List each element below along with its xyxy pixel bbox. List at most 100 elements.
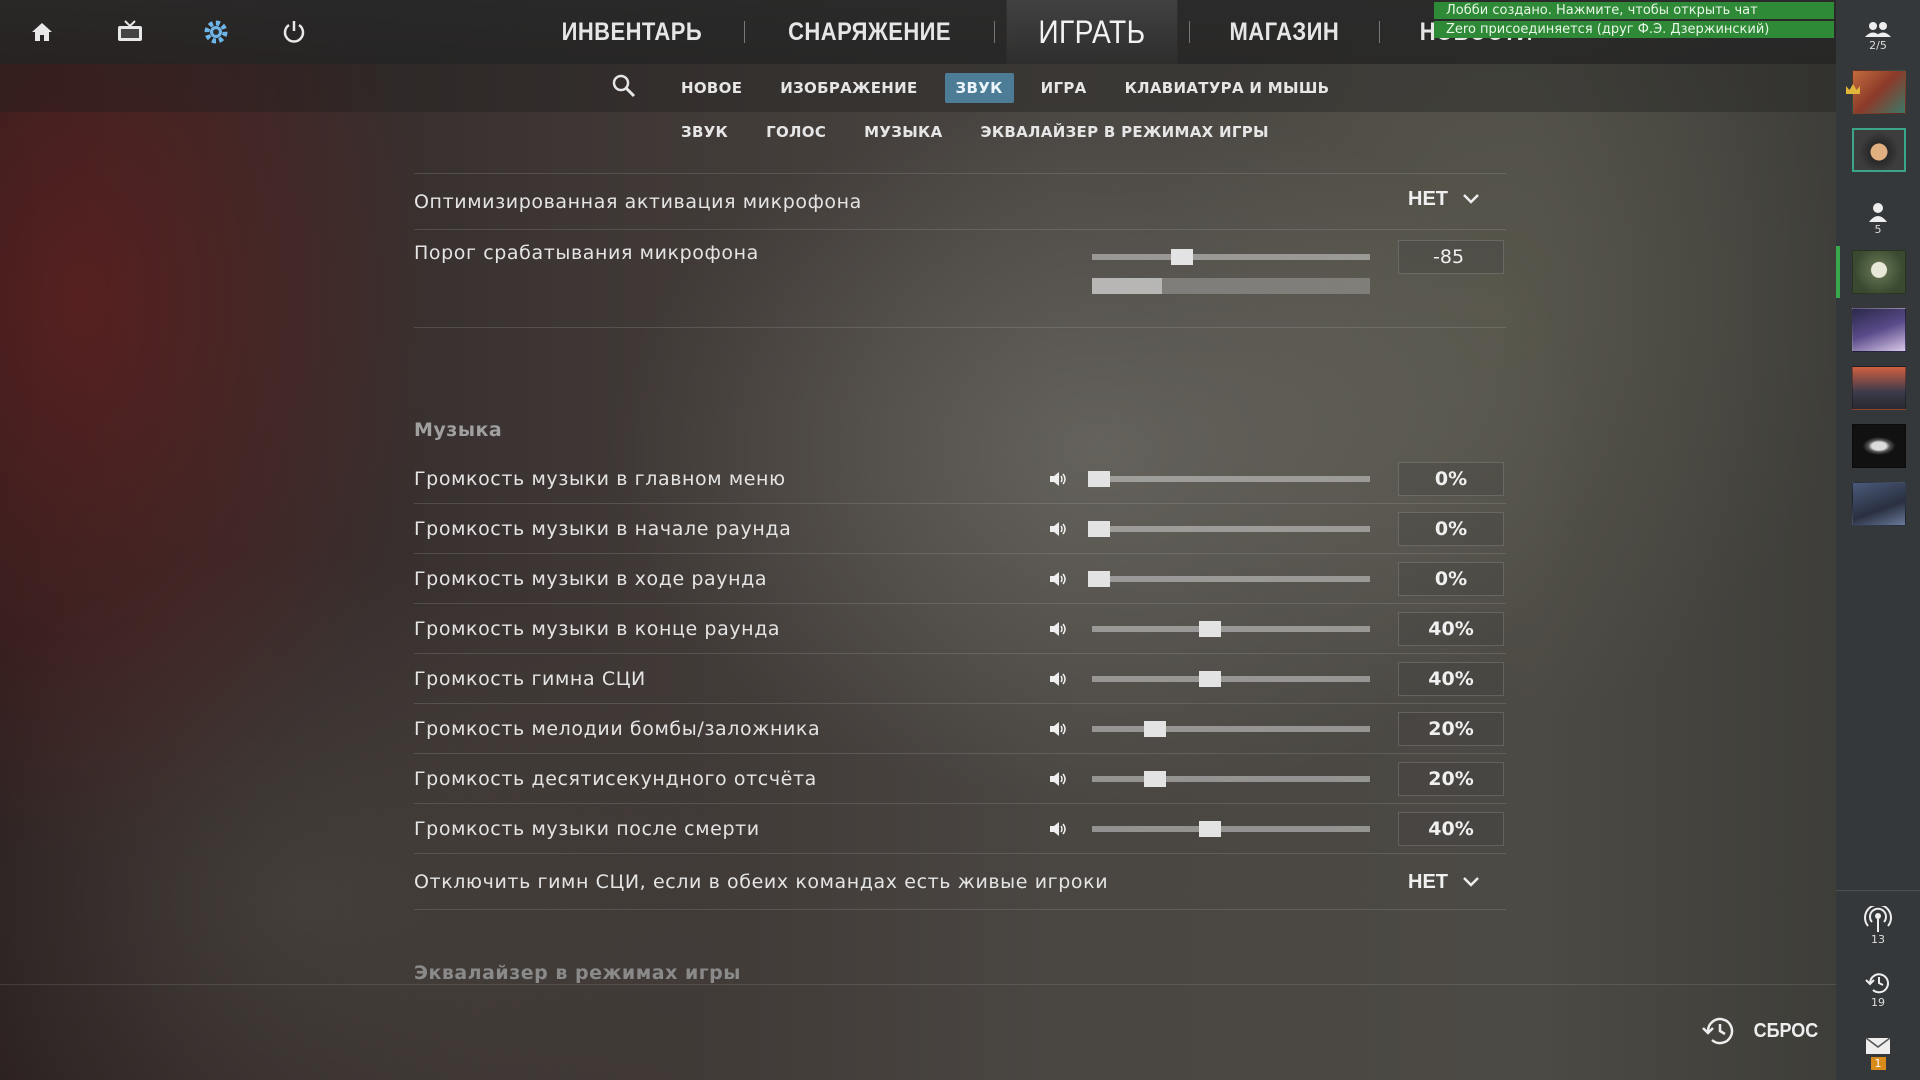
mic-threshold-value[interactable]: -85 bbox=[1398, 240, 1504, 274]
history-count: 19 bbox=[1871, 996, 1885, 1009]
slider-thumb[interactable] bbox=[1088, 471, 1110, 487]
music-volume-value[interactable]: 20% bbox=[1398, 762, 1504, 796]
mail-count: 1 bbox=[1870, 1056, 1886, 1070]
music-volume-value[interactable]: 0% bbox=[1398, 512, 1504, 546]
tab-audio[interactable]: ЗВУК bbox=[944, 73, 1014, 103]
broadcast-button[interactable]: 13 bbox=[1836, 902, 1920, 950]
speaker-icon[interactable] bbox=[1048, 769, 1068, 789]
subtab-sound[interactable]: ЗВУК bbox=[662, 123, 747, 141]
music-volume-value[interactable]: 0% bbox=[1398, 462, 1504, 496]
nav-inventory[interactable]: ИНВЕНТАРЬ bbox=[533, 18, 730, 47]
friend-avatar[interactable] bbox=[1852, 366, 1906, 410]
subtab-equalizer[interactable]: ЭКВАЛАЙЗЕР В РЕЖИМАХ ИГРЫ bbox=[962, 123, 1288, 141]
nav-divider bbox=[1378, 21, 1380, 43]
party-button[interactable]: 2/5 bbox=[1836, 14, 1920, 58]
history-icon bbox=[1702, 1017, 1734, 1045]
music-volume-value[interactable]: 40% bbox=[1398, 662, 1504, 696]
tab-game[interactable]: ИГРА bbox=[1030, 73, 1098, 103]
setting-label: Отключить гимн СЦИ, если в обеих команда… bbox=[414, 870, 1109, 893]
notification-friend-joined[interactable]: Zero присоединяется (друг Ф.Э. Дзержинск… bbox=[1434, 21, 1834, 38]
music-volume-slider[interactable] bbox=[1092, 721, 1370, 737]
music-volume-slider[interactable] bbox=[1092, 671, 1370, 687]
speaker-icon[interactable] bbox=[1048, 819, 1068, 839]
slider-thumb[interactable] bbox=[1144, 721, 1166, 737]
tab-new[interactable]: НОВОЕ bbox=[670, 73, 753, 103]
music-volume-slider[interactable] bbox=[1092, 771, 1370, 787]
setting-label: Порог срабатывания микрофона bbox=[414, 242, 759, 264]
setting-row-music-volume: Громкость музыки в начале раунда 0% bbox=[414, 504, 1506, 554]
music-volume-slider[interactable] bbox=[1088, 571, 1370, 587]
friend-avatar[interactable] bbox=[1852, 482, 1906, 526]
home-icon[interactable] bbox=[24, 14, 60, 50]
friend-avatar[interactable] bbox=[1852, 424, 1906, 468]
tab-video[interactable]: ИЗОБРАЖЕНИЕ bbox=[769, 73, 928, 103]
subtab-voice[interactable]: ГОЛОС bbox=[747, 123, 845, 141]
setting-row-mic-optimized: Оптимизированная активация микрофона НЕТ bbox=[414, 174, 1506, 230]
subtab-music[interactable]: МУЗЫКА bbox=[845, 123, 961, 141]
setting-row-music-volume: Громкость музыки в конце раунда 40% bbox=[414, 604, 1506, 654]
mic-optimized-dropdown[interactable]: НЕТ bbox=[1408, 174, 1480, 224]
mute-anthem-dropdown[interactable]: НЕТ bbox=[1408, 854, 1480, 910]
slider-thumb[interactable] bbox=[1171, 249, 1193, 265]
setting-label: Оптимизированная активация микрофона bbox=[414, 190, 862, 213]
music-volume-slider[interactable] bbox=[1092, 621, 1370, 637]
speaker-icon[interactable] bbox=[1048, 519, 1068, 539]
notification-lobby-created[interactable]: Лобби создано. Нажмите, чтобы открыть ча… bbox=[1434, 2, 1834, 19]
slider-thumb[interactable] bbox=[1088, 571, 1110, 587]
music-volume-slider[interactable] bbox=[1088, 471, 1370, 487]
speaker-icon[interactable] bbox=[1048, 569, 1068, 589]
power-icon[interactable] bbox=[276, 14, 312, 50]
slider-thumb[interactable] bbox=[1088, 521, 1110, 537]
mic-threshold-slider[interactable] bbox=[1092, 249, 1370, 265]
content-top-divider bbox=[414, 140, 1506, 174]
search-icon[interactable] bbox=[612, 74, 636, 102]
settings-tabs: НОВОЕ ИЗОБРАЖЕНИЕ ЗВУК ИГРА КЛАВИАТУРА И… bbox=[0, 64, 1836, 112]
music-section-header: Музыка bbox=[414, 406, 1506, 454]
speaker-icon[interactable] bbox=[1048, 719, 1068, 739]
party-member-avatar[interactable] bbox=[1852, 128, 1906, 172]
party-member-avatar[interactable] bbox=[1852, 70, 1906, 114]
friend-avatar[interactable] bbox=[1852, 250, 1906, 294]
nav-loadout[interactable]: СНАРЯЖЕНИЕ bbox=[760, 18, 979, 47]
mic-level-meter bbox=[1092, 278, 1370, 294]
friends-count: 5 bbox=[1874, 223, 1882, 236]
setting-label: Громкость гимна СЦИ bbox=[414, 667, 646, 690]
setting-row-music-volume: Громкость музыки в главном меню 0% bbox=[414, 454, 1506, 504]
friends-button[interactable]: 5 bbox=[1836, 196, 1920, 242]
slider-thumb[interactable] bbox=[1199, 671, 1221, 687]
slider-thumb[interactable] bbox=[1199, 621, 1221, 637]
right-sidebar: 2/5 5 13 19 1 bbox=[1836, 0, 1920, 1080]
setting-label: Громкость десятисекундного отсчёта bbox=[414, 767, 817, 790]
slider-thumb[interactable] bbox=[1144, 771, 1166, 787]
tab-keyboard-mouse[interactable]: КЛАВИАТУРА И МЫШЬ bbox=[1114, 73, 1341, 103]
speaker-icon[interactable] bbox=[1048, 619, 1068, 639]
slider-thumb[interactable] bbox=[1199, 821, 1221, 837]
nav-store[interactable]: МАГАЗИН bbox=[1201, 18, 1367, 47]
music-volume-value[interactable]: 40% bbox=[1398, 612, 1504, 646]
match-history-button[interactable]: 19 bbox=[1836, 966, 1920, 1014]
bottom-divider bbox=[0, 984, 1836, 985]
speaker-icon[interactable] bbox=[1048, 469, 1068, 489]
speaker-icon[interactable] bbox=[1048, 669, 1068, 689]
nav-divider bbox=[993, 21, 995, 43]
friend-avatar[interactable] bbox=[1852, 308, 1906, 352]
mail-button[interactable]: 1 bbox=[1836, 1030, 1920, 1076]
nav-divider bbox=[743, 21, 745, 43]
gear-icon[interactable] bbox=[198, 14, 234, 50]
music-volume-value[interactable]: 40% bbox=[1398, 812, 1504, 846]
music-volume-slider[interactable] bbox=[1088, 521, 1370, 537]
setting-row-mic-threshold: Порог срабатывания микрофона -85 bbox=[414, 230, 1506, 328]
settings-content: Оптимизированная активация микрофона НЕТ… bbox=[414, 140, 1506, 984]
nav-play[interactable]: ИГРАТЬ bbox=[1006, 0, 1178, 64]
music-volume-value[interactable]: 0% bbox=[1398, 562, 1504, 596]
sidebar-divider bbox=[1836, 890, 1920, 891]
music-volume-value[interactable]: 20% bbox=[1398, 712, 1504, 746]
setting-label: Громкость музыки в конце раунда bbox=[414, 617, 781, 640]
reset-label: СБРОС bbox=[1753, 1019, 1819, 1042]
music-volume-slider[interactable] bbox=[1092, 821, 1370, 837]
setting-label: Громкость мелодии бомбы/заложника bbox=[414, 717, 821, 740]
tv-icon[interactable] bbox=[112, 14, 148, 50]
reset-button[interactable]: СБРОС bbox=[1700, 1016, 1822, 1046]
section-title-music: Музыка bbox=[414, 419, 503, 441]
